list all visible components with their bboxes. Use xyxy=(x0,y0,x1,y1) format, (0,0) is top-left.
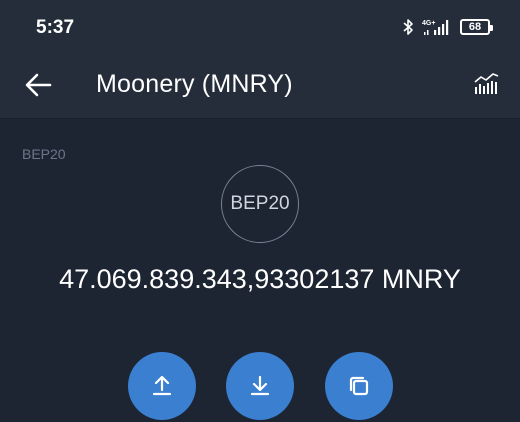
signal-icon: 4G+ xyxy=(422,18,452,36)
token-logo-text: BEP20 xyxy=(230,193,290,214)
status-time: 5:37 xyxy=(36,17,75,38)
copy-button[interactable] xyxy=(325,352,393,420)
network-label: BEP20 xyxy=(22,146,66,162)
app-bar: Moonery (MNRY) xyxy=(0,56,520,118)
page-title: Moonery (MNRY) xyxy=(96,70,293,98)
status-bar: 5:37 4G+ 68 xyxy=(0,0,520,56)
copy-icon xyxy=(349,376,369,396)
status-icons: 4G+ 68 xyxy=(402,18,493,36)
bluetooth-icon xyxy=(402,18,414,36)
token-logo: BEP20 xyxy=(221,165,299,243)
receive-button[interactable] xyxy=(226,352,294,420)
token-balance: 47.069.839.343,93302137 MNRY xyxy=(59,264,461,294)
arrow-left-icon xyxy=(25,73,52,97)
chart-icon xyxy=(474,73,499,94)
action-buttons xyxy=(0,352,520,422)
battery-level: 68 xyxy=(468,20,482,33)
send-button[interactable] xyxy=(128,352,196,420)
header-divider xyxy=(0,118,520,119)
network-type-label: 4G+ xyxy=(422,20,435,27)
send-icon xyxy=(152,375,172,396)
price-chart-button[interactable] xyxy=(472,68,502,98)
receive-icon xyxy=(250,375,270,396)
battery-icon: 68 xyxy=(460,19,493,35)
back-button[interactable] xyxy=(22,68,56,102)
